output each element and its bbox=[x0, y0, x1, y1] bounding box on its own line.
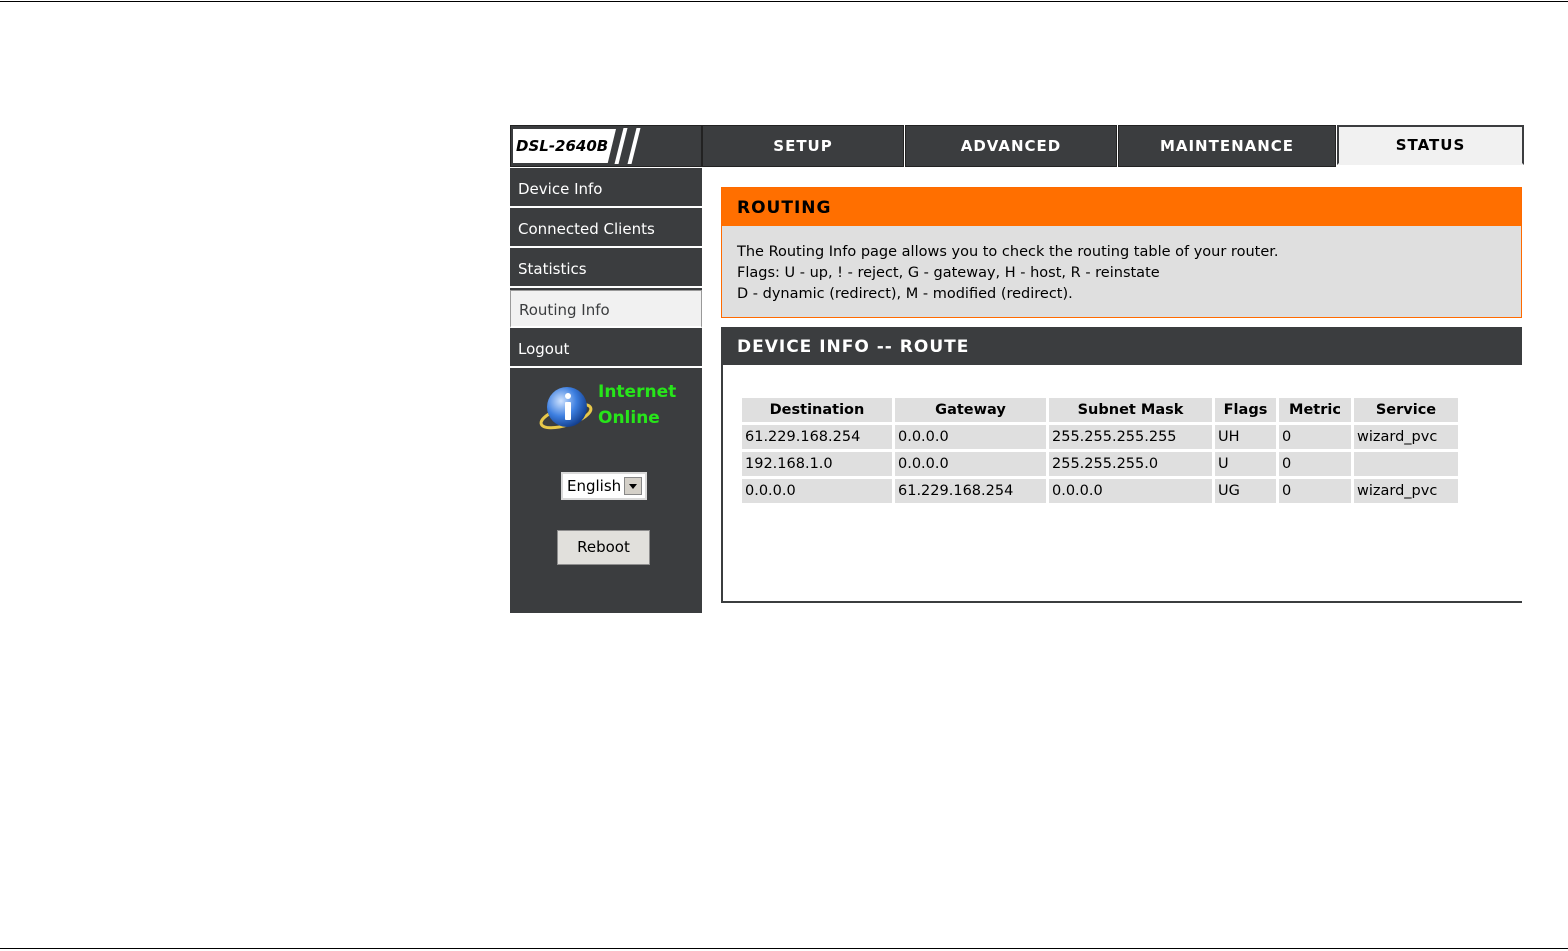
cell-gateway: 61.229.168.254 bbox=[895, 479, 1046, 503]
product-logo: DSL-2640B bbox=[510, 125, 702, 167]
reboot-button[interactable]: Reboot bbox=[557, 530, 650, 565]
table-row: 0.0.0.0 61.229.168.254 0.0.0.0 UG 0 wiza… bbox=[742, 479, 1458, 503]
cell-subnet-mask: 255.255.255.0 bbox=[1049, 452, 1212, 476]
globe-info-icon bbox=[539, 387, 593, 430]
column-header-subnet-mask: Subnet Mask bbox=[1049, 398, 1212, 422]
column-header-gateway: Gateway bbox=[895, 398, 1046, 422]
sidebar-item-connected-clients[interactable]: Connected Clients bbox=[510, 210, 702, 248]
cell-flags: U bbox=[1215, 452, 1276, 476]
column-header-service: Service bbox=[1354, 398, 1458, 422]
cell-metric: 0 bbox=[1279, 425, 1351, 449]
model-name: DSL-2640B bbox=[513, 129, 616, 163]
routing-description: The Routing Info page allows you to chec… bbox=[737, 242, 1278, 305]
sidebar-item-statistics[interactable]: Statistics bbox=[510, 250, 702, 288]
cell-destination: 61.229.168.254 bbox=[742, 425, 892, 449]
table-row: 61.229.168.254 0.0.0.0 255.255.255.255 U… bbox=[742, 425, 1458, 449]
logo-slash-icon bbox=[627, 128, 641, 164]
column-header-destination: Destination bbox=[742, 398, 892, 422]
table-header-row: Destination Gateway Subnet Mask Flags Me… bbox=[742, 398, 1458, 422]
tab-setup[interactable]: SETUP bbox=[702, 125, 904, 167]
routing-description-line: The Routing Info page allows you to chec… bbox=[737, 244, 1279, 260]
cell-destination: 192.168.1.0 bbox=[742, 452, 892, 476]
table-row: 192.168.1.0 0.0.0.0 255.255.255.0 U 0 bbox=[742, 452, 1458, 476]
sidebar-item-device-info[interactable]: Device Info bbox=[510, 170, 702, 208]
cell-flags: UH bbox=[1215, 425, 1276, 449]
cell-destination: 0.0.0.0 bbox=[742, 479, 892, 503]
cell-metric: 0 bbox=[1279, 479, 1351, 503]
route-table-title: DEVICE INFO -- ROUTE bbox=[723, 327, 1522, 365]
cell-subnet-mask: 255.255.255.255 bbox=[1049, 425, 1212, 449]
internet-status: Internet Online bbox=[598, 379, 676, 431]
language-select[interactable]: English bbox=[561, 472, 647, 500]
cell-gateway: 0.0.0.0 bbox=[895, 425, 1046, 449]
route-table: Destination Gateway Subnet Mask Flags Me… bbox=[739, 395, 1461, 506]
tab-maintenance[interactable]: MAINTENANCE bbox=[1118, 125, 1336, 167]
cell-gateway: 0.0.0.0 bbox=[895, 452, 1046, 476]
column-header-flags: Flags bbox=[1215, 398, 1276, 422]
sidebar-item-logout[interactable]: Logout bbox=[510, 330, 702, 368]
sidebar: Device Info Connected Clients Statistics… bbox=[510, 168, 702, 613]
routing-description-line: D - dynamic (redirect), M - modified (re… bbox=[737, 286, 1073, 302]
page-bottom-rule bbox=[0, 948, 1568, 949]
tab-status[interactable]: STATUS bbox=[1337, 125, 1524, 165]
sidebar-item-routing-info[interactable]: Routing Info bbox=[510, 290, 702, 328]
route-table-panel: DEVICE INFO -- ROUTE Destination Gateway… bbox=[721, 327, 1522, 603]
routing-title: ROUTING bbox=[722, 188, 1521, 226]
routing-description-line: Flags: U - up, ! - reject, G - gateway, … bbox=[737, 265, 1160, 281]
page-top-rule bbox=[0, 1, 1568, 2]
cell-service: wizard_pvc bbox=[1354, 479, 1458, 503]
cell-subnet-mask: 0.0.0.0 bbox=[1049, 479, 1212, 503]
routing-info-panel: ROUTING The Routing Info page allows you… bbox=[721, 187, 1522, 318]
cell-flags: UG bbox=[1215, 479, 1276, 503]
cell-service: wizard_pvc bbox=[1354, 425, 1458, 449]
language-select-value: English bbox=[567, 477, 622, 495]
top-navigation: DSL-2640B SETUP ADVANCED MAINTENANCE STA… bbox=[510, 125, 1524, 167]
cell-metric: 0 bbox=[1279, 452, 1351, 476]
chevron-down-icon[interactable] bbox=[624, 477, 642, 495]
column-header-metric: Metric bbox=[1279, 398, 1351, 422]
online-status-label: Online bbox=[598, 408, 660, 428]
logo-slash-icon bbox=[614, 128, 628, 164]
cell-service bbox=[1354, 452, 1458, 476]
internet-status-label: Internet bbox=[598, 382, 677, 402]
tab-advanced[interactable]: ADVANCED bbox=[905, 125, 1117, 167]
